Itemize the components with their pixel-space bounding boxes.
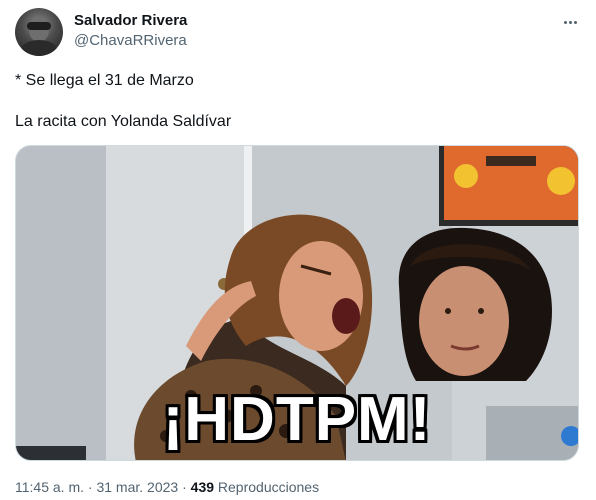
meme-caption: ¡HDTPM! xyxy=(162,385,432,454)
tweet-meta: 11:45 a. m. · 31 mar. 2023 · 439 Reprodu… xyxy=(15,479,319,495)
avatar-glasses xyxy=(27,22,51,30)
author-name[interactable]: Salvador Rivera xyxy=(74,12,187,29)
tweet-text-line-2: La racita con Yolanda Saldívar xyxy=(15,113,232,130)
meta-separator: · xyxy=(84,479,97,495)
tweet-time[interactable]: 11:45 a. m. xyxy=(15,479,84,495)
avatar-body xyxy=(21,40,57,56)
views-count: 439 xyxy=(190,479,215,495)
tweet-text-line-1: * Se llega el 31 de Marzo xyxy=(15,72,194,89)
tweet: Salvador Rivera @ChavaRRivera * Se llega… xyxy=(0,0,596,500)
tweet-date[interactable]: 31 mar. 2023 xyxy=(96,479,178,495)
views-label: Reproducciones xyxy=(214,479,320,495)
author-handle[interactable]: @ChavaRRivera xyxy=(74,32,187,49)
avatar[interactable] xyxy=(15,8,63,56)
meta-separator: · xyxy=(178,479,191,495)
tweet-media-image[interactable]: ¡HDTPM! xyxy=(15,145,579,461)
more-options-icon[interactable] xyxy=(560,12,580,32)
